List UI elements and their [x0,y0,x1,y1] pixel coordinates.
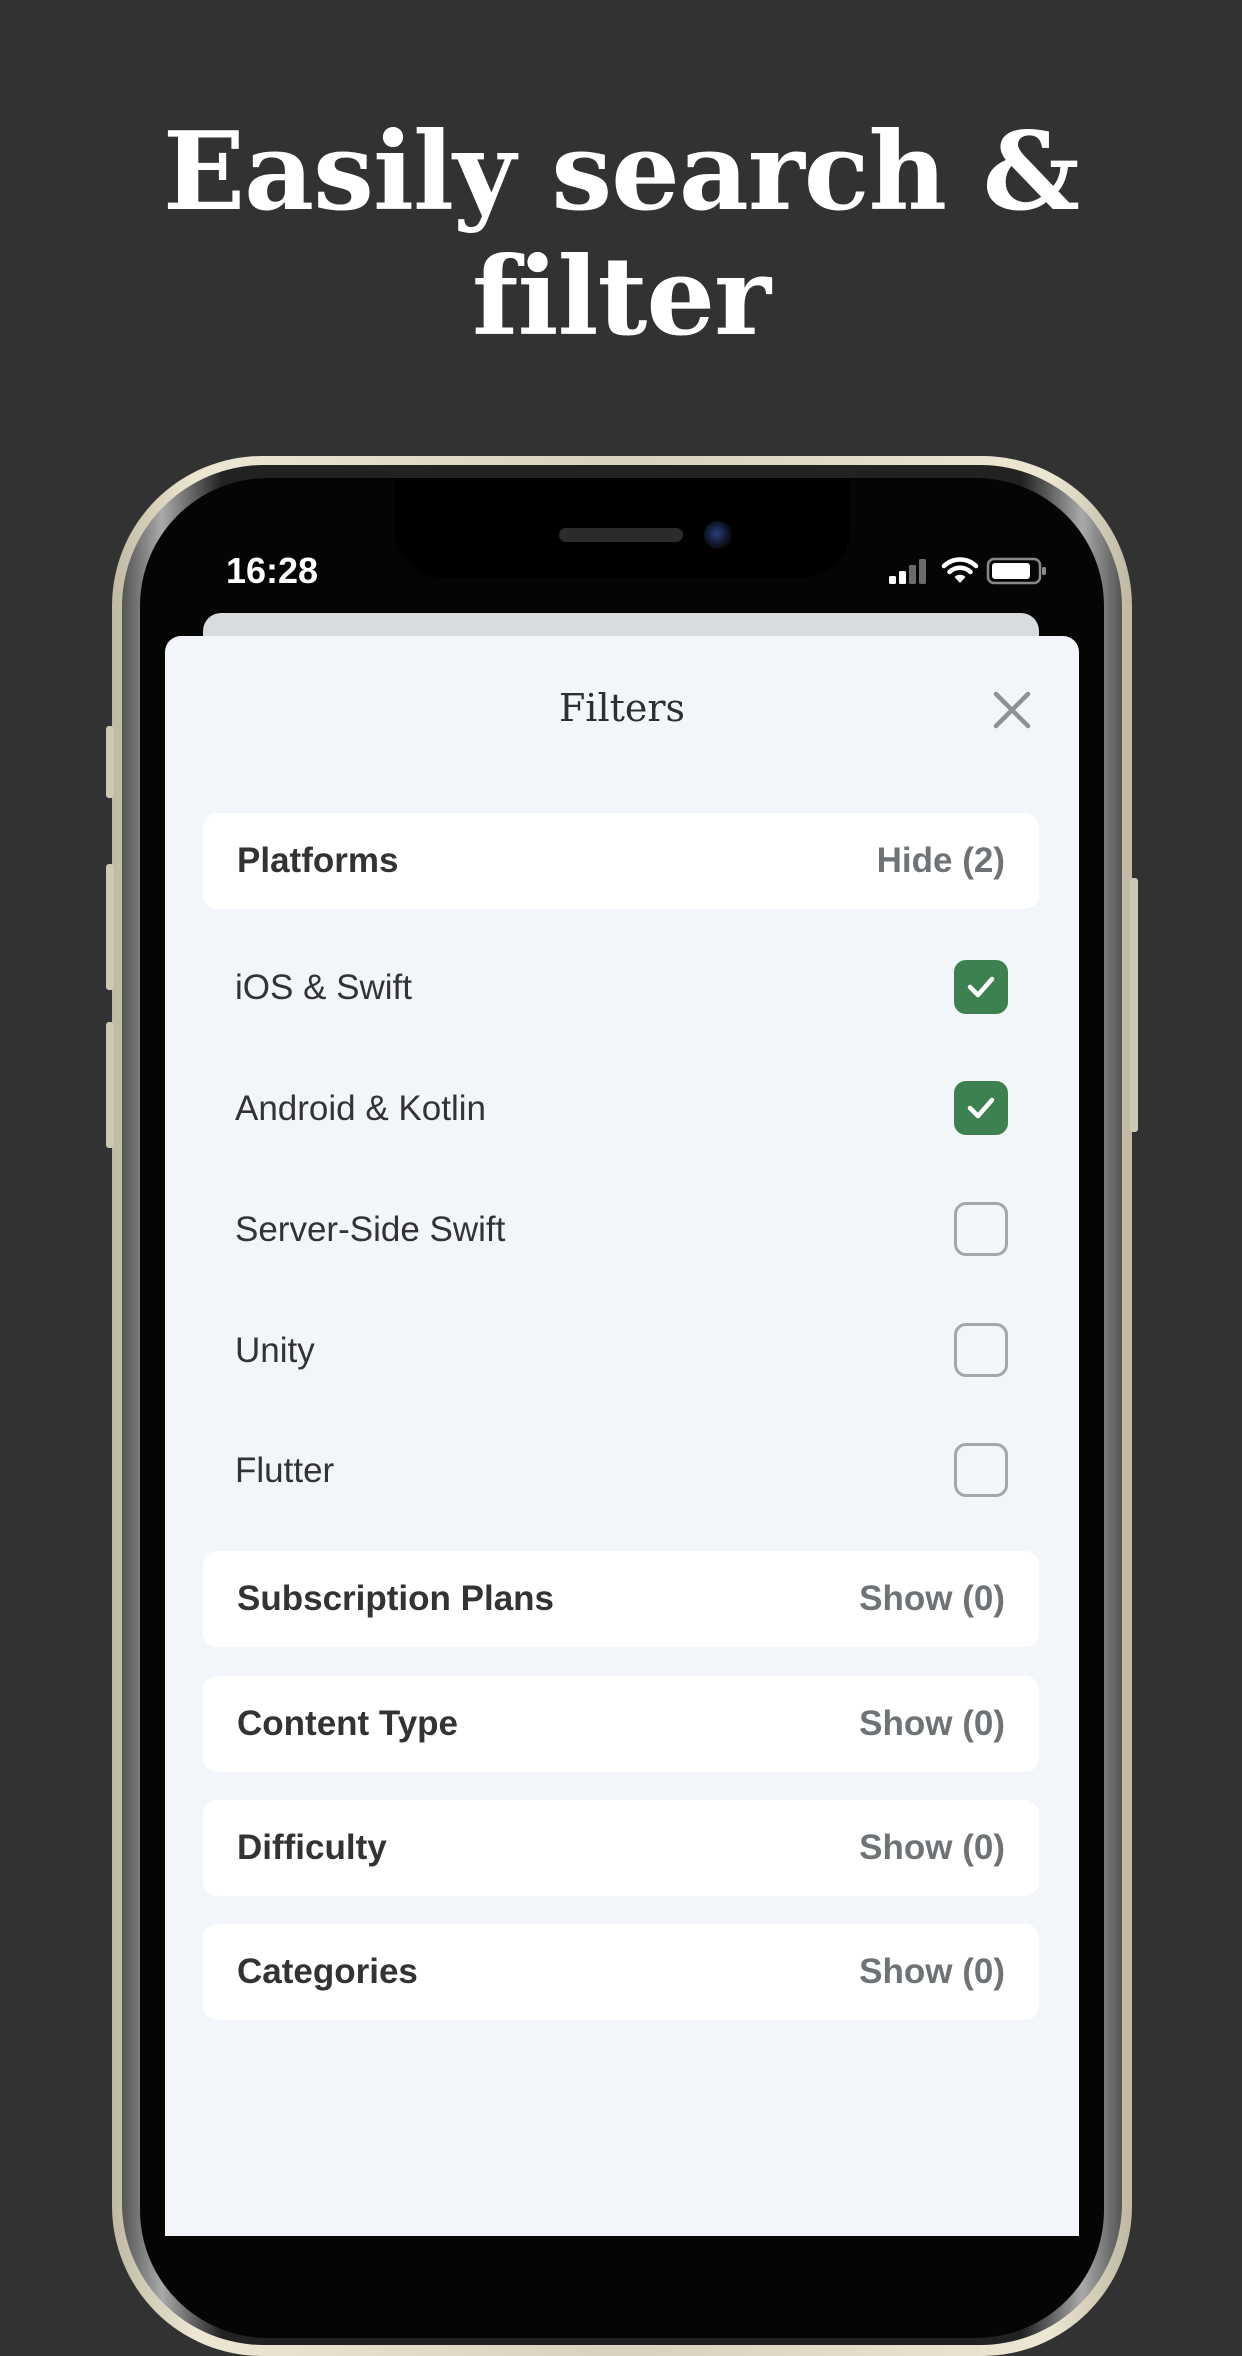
option-label: iOS & Swift [235,968,412,1007]
headline-line-1: Easily search & [162,109,1080,235]
section-toggle[interactable]: Show (0) [859,1676,1005,1772]
section-toggle[interactable]: Show (0) [859,1924,1005,2020]
section-title: Difficulty [237,1828,387,1867]
option-label: Unity [235,1331,315,1370]
silent-switch [106,726,114,798]
option-label: Android & Kotlin [235,1089,486,1128]
checkbox-checked[interactable] [954,1081,1008,1135]
volume-down-button [106,1022,114,1148]
platform-option-flutter[interactable]: Flutter [203,1411,1039,1531]
checkmark-icon [967,976,995,998]
checkmark-icon [967,1097,995,1119]
platform-option-android-kotlin[interactable]: Android & Kotlin [203,1049,1039,1169]
section-title: Subscription Plans [237,1579,554,1618]
section-subscription-plans[interactable]: Subscription Plans Show (0) [203,1551,1039,1647]
option-label: Server-Side Swift [235,1210,506,1249]
sheet-title: Filters [558,686,686,730]
checkbox-unchecked[interactable] [954,1323,1008,1377]
platform-option-server-side-swift[interactable]: Server-Side Swift [203,1170,1039,1290]
section-title: Platforms [237,841,399,880]
section-difficulty[interactable]: Difficulty Show (0) [203,1800,1039,1896]
option-label: Flutter [235,1451,335,1490]
checkbox-unchecked[interactable] [954,1443,1008,1497]
section-toggle[interactable]: Show (0) [859,1800,1005,1896]
checkbox-checked[interactable] [954,960,1008,1014]
headline-line-2: filter [471,234,771,360]
power-button [1130,878,1138,1132]
front-camera [704,521,732,549]
section-content-type[interactable]: Content Type Show (0) [203,1676,1039,1772]
section-platforms[interactable]: Platforms Hide (2) [203,813,1039,909]
volume-up-button [106,864,114,990]
status-time: 16:28 [226,550,319,591]
close-icon [993,691,1031,729]
speaker-grille [559,528,683,542]
section-toggle[interactable]: Show (0) [859,1551,1005,1647]
filters-sheet: Filters Platforms Hide (2) iOS & Swift A… [165,636,1079,2236]
battery-icon [986,557,1046,585]
section-toggle[interactable]: Hide (2) [877,813,1005,909]
headline: Easily search & filter [0,110,1242,360]
platform-option-unity[interactable]: Unity [203,1291,1039,1411]
status-icons [888,556,1048,586]
cellular-signal-icon [889,559,926,584]
wifi-icon [941,557,979,583]
checkbox-unchecked[interactable] [954,1202,1008,1256]
platform-option-ios-swift[interactable]: iOS & Swift [203,928,1039,1048]
section-title: Content Type [237,1704,459,1743]
section-title: Categories [237,1952,418,1991]
section-categories[interactable]: Categories Show (0) [203,1924,1039,2020]
close-button[interactable] [990,688,1034,732]
